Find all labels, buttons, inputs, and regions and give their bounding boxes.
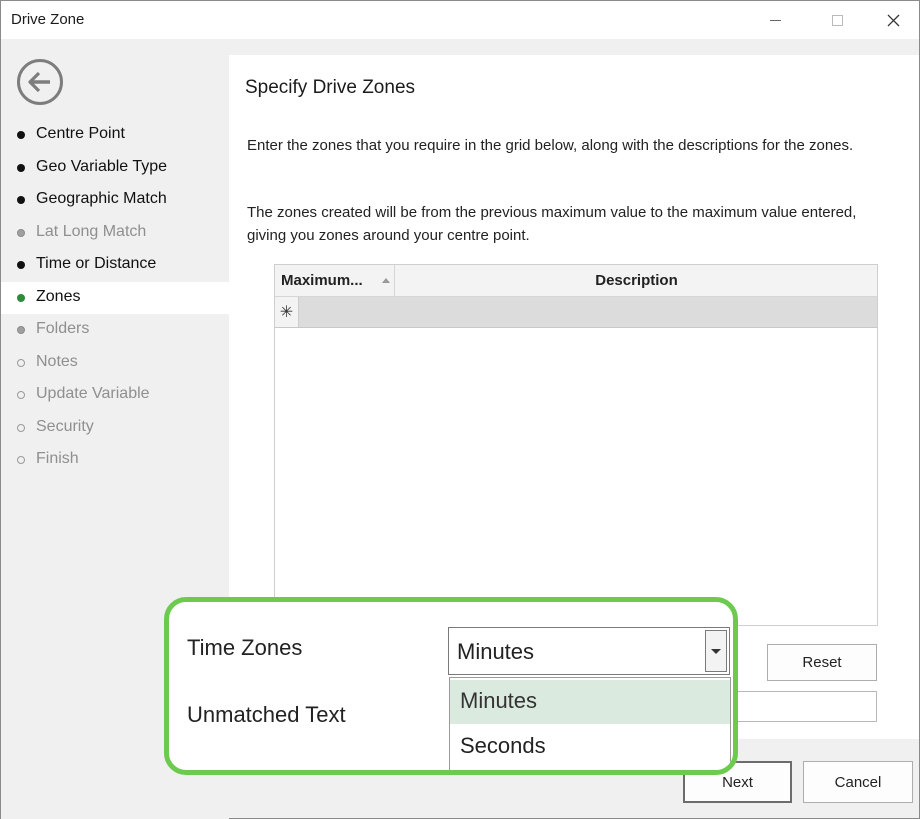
sidebar-item-label: Security bbox=[36, 418, 94, 435]
maximize-icon bbox=[831, 14, 843, 26]
instructions-text: Enter the zones that you require in the … bbox=[247, 137, 854, 154]
new-row[interactable]: ✳ bbox=[275, 297, 877, 328]
window-title: Drive Zone bbox=[11, 11, 85, 28]
option-minutes[interactable]: Minutes bbox=[450, 680, 730, 724]
step-done-icon bbox=[17, 164, 25, 172]
step-done-icon bbox=[17, 131, 25, 139]
drive-zone-window: Drive Zone Centre Point Geo Variable Typ… bbox=[0, 0, 920, 819]
sidebar-item-security: Security bbox=[1, 412, 229, 444]
sidebar-item-label: Zones bbox=[36, 288, 81, 305]
cancel-button[interactable]: Cancel bbox=[803, 761, 913, 803]
sidebar-item-geographic-match[interactable]: Geographic Match bbox=[1, 184, 229, 216]
step-done-icon bbox=[17, 261, 25, 269]
sidebar-item-zones[interactable]: Zones bbox=[1, 282, 229, 314]
sidebar-item-centre-point[interactable]: Centre Point bbox=[1, 119, 229, 151]
back-button[interactable] bbox=[17, 59, 63, 105]
column-header-label: Maximum... bbox=[281, 272, 363, 289]
unmatched-text-input[interactable] bbox=[727, 691, 877, 722]
column-header-description[interactable]: Description bbox=[396, 265, 877, 297]
sidebar-item-folders: Folders bbox=[1, 314, 229, 346]
sidebar-item-label: Geo Variable Type bbox=[36, 158, 168, 175]
sidebar-item-label: Finish bbox=[36, 450, 79, 467]
time-zones-select[interactable]: Minutes bbox=[448, 627, 730, 675]
column-header-maximum[interactable]: Maximum... bbox=[275, 265, 395, 297]
sidebar-item-label: Update Variable bbox=[36, 385, 150, 402]
time-zones-dropdown-list: Minutes Seconds bbox=[449, 677, 731, 770]
time-zones-selected-value: Minutes bbox=[457, 639, 535, 664]
step-pending-icon bbox=[17, 424, 25, 432]
sidebar-item-label: Time or Distance bbox=[36, 255, 157, 272]
close-icon bbox=[887, 14, 899, 26]
step-skipped-icon bbox=[17, 229, 25, 237]
option-seconds[interactable]: Seconds bbox=[450, 725, 730, 769]
zones-explanation-text: The zones created will be from the previ… bbox=[247, 204, 857, 244]
maximize-button[interactable] bbox=[809, 1, 865, 39]
sidebar-item-label: Centre Point bbox=[36, 125, 125, 142]
close-button[interactable] bbox=[865, 1, 920, 39]
unmatched-text-label: Unmatched Text bbox=[187, 702, 346, 727]
page-title: Specify Drive Zones bbox=[245, 77, 416, 98]
minimize-icon bbox=[769, 19, 781, 21]
sidebar-item-lat-long-match: Lat Long Match bbox=[1, 217, 229, 249]
dropdown-button[interactable] bbox=[705, 630, 727, 672]
grid-header: Maximum... Description bbox=[275, 265, 877, 297]
sidebar-item-label: Folders bbox=[36, 320, 90, 337]
sort-ascending-icon bbox=[382, 278, 390, 283]
sidebar-item-update-variable: Update Variable bbox=[1, 379, 229, 411]
sidebar-item-finish: Finish bbox=[1, 444, 229, 476]
step-current-icon bbox=[17, 294, 25, 302]
sidebar-item-label: Geographic Match bbox=[36, 190, 167, 207]
step-done-icon bbox=[17, 196, 25, 204]
zoom-callout: Time Zones Unmatched Text Minutes Minute… bbox=[164, 597, 738, 775]
step-pending-icon bbox=[17, 391, 25, 399]
sidebar-item-label: Lat Long Match bbox=[36, 223, 147, 240]
step-pending-icon bbox=[17, 359, 25, 367]
new-row-icon: ✳ bbox=[275, 297, 299, 327]
back-arrow-icon bbox=[28, 71, 50, 93]
time-zones-label: Time Zones bbox=[187, 635, 303, 660]
reset-button[interactable]: Reset bbox=[767, 644, 877, 681]
step-pending-icon bbox=[17, 456, 25, 464]
sidebar-item-geo-variable-type[interactable]: Geo Variable Type bbox=[1, 152, 229, 184]
chevron-down-icon bbox=[711, 648, 721, 654]
sidebar-item-notes: Notes bbox=[1, 347, 229, 379]
title-bar: Drive Zone bbox=[1, 1, 919, 39]
sidebar-item-label: Notes bbox=[36, 353, 78, 370]
zones-grid[interactable]: Maximum... Description ✳ bbox=[274, 264, 878, 626]
step-skipped-icon bbox=[17, 326, 25, 334]
sidebar-item-time-or-distance[interactable]: Time or Distance bbox=[1, 249, 229, 281]
minimize-button[interactable] bbox=[747, 1, 803, 39]
